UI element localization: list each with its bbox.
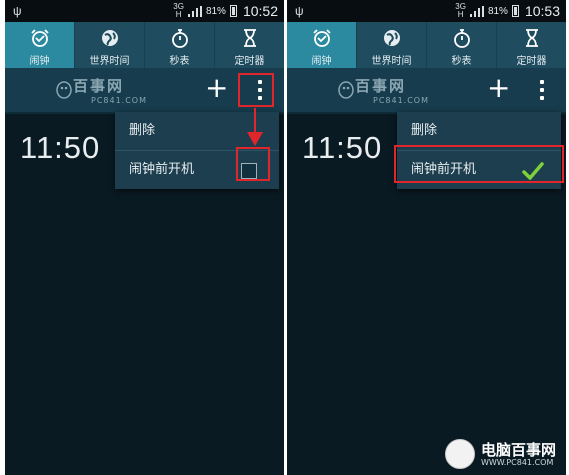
tab-stopwatch[interactable]: 秒表 xyxy=(426,22,496,68)
signal-icon xyxy=(469,5,484,17)
tab-alarm[interactable]: 闹钟 xyxy=(287,22,356,68)
highlight-power-on-row xyxy=(394,145,564,183)
alarm-clock-icon xyxy=(312,29,331,47)
globe-icon xyxy=(101,30,118,46)
clock-time: 10:52 xyxy=(242,3,278,19)
usb-icon: ψ xyxy=(13,4,22,18)
tab-stopwatch[interactable]: 秒表 xyxy=(144,22,214,68)
battery-percent: 81% xyxy=(487,5,508,17)
globe-icon xyxy=(383,30,400,46)
mascot-icon xyxy=(338,81,354,99)
site-logo-icon xyxy=(444,439,475,469)
battery-percent: 81% xyxy=(205,5,226,17)
mascot-icon xyxy=(56,81,72,99)
tab-label: 世界时间 xyxy=(89,56,130,67)
tab-label: 闹钟 xyxy=(29,56,50,67)
network-indicator: 3G H xyxy=(173,2,184,19)
left-screen: ψ 3G H 81% 10:52 闹钟 世界时间 秒表 定时器 百事网 PC84… xyxy=(5,0,284,475)
right-screen: ψ 3G H 81% 10:53 闹钟 世界时间 秒表 定时器 百事网 PC84… xyxy=(287,0,566,475)
stopwatch-icon xyxy=(171,29,188,48)
usb-icon: ψ xyxy=(295,4,304,18)
footer-logo: 电脑百事网 WWW.PC841.COM xyxy=(444,439,556,469)
battery-icon xyxy=(511,5,519,17)
alarm-time[interactable]: 11:50 xyxy=(302,130,382,166)
alarm-time[interactable]: 11:50 xyxy=(20,130,100,166)
tab-timer[interactable]: 定时器 xyxy=(496,22,566,68)
tab-timer[interactable]: 定时器 xyxy=(214,22,284,68)
down-arrow-icon xyxy=(247,108,263,146)
tab-label: 秒表 xyxy=(451,56,472,67)
tab-label: 定时器 xyxy=(516,56,547,67)
more-options-button[interactable] xyxy=(539,80,545,104)
tab-bar: 闹钟 世界时间 秒表 定时器 xyxy=(5,22,284,68)
hourglass-icon xyxy=(525,29,538,47)
hourglass-icon xyxy=(243,29,256,47)
battery-icon xyxy=(229,5,237,17)
watermark: 百事网 PC841.COM xyxy=(55,75,147,105)
tab-world-time[interactable]: 世界时间 xyxy=(74,22,144,68)
highlight-more-button xyxy=(238,73,274,107)
highlight-checkbox xyxy=(236,147,270,181)
tab-bar: 闹钟 世界时间 秒表 定时器 xyxy=(287,22,566,68)
alarm-clock-icon xyxy=(30,29,49,47)
tab-world-time[interactable]: 世界时间 xyxy=(356,22,426,68)
signal-icon xyxy=(187,5,202,17)
tab-label: 定时器 xyxy=(234,56,265,67)
status-bar: ψ 3G H 81% 10:53 xyxy=(287,0,566,22)
tab-alarm[interactable]: 闹钟 xyxy=(5,22,74,68)
stopwatch-icon xyxy=(453,29,470,48)
tab-label: 世界时间 xyxy=(371,56,412,67)
add-alarm-button[interactable]: + xyxy=(205,74,228,102)
add-alarm-button[interactable]: + xyxy=(487,74,510,102)
watermark: 百事网 PC841.COM xyxy=(337,75,429,105)
action-bar: 百事网 PC841.COM + xyxy=(287,68,566,114)
tab-label: 秒表 xyxy=(169,56,190,67)
network-indicator: 3G H xyxy=(455,2,466,19)
tab-label: 闹钟 xyxy=(311,56,332,67)
status-bar: ψ 3G H 81% 10:52 xyxy=(5,0,284,22)
clock-time: 10:53 xyxy=(524,3,560,19)
